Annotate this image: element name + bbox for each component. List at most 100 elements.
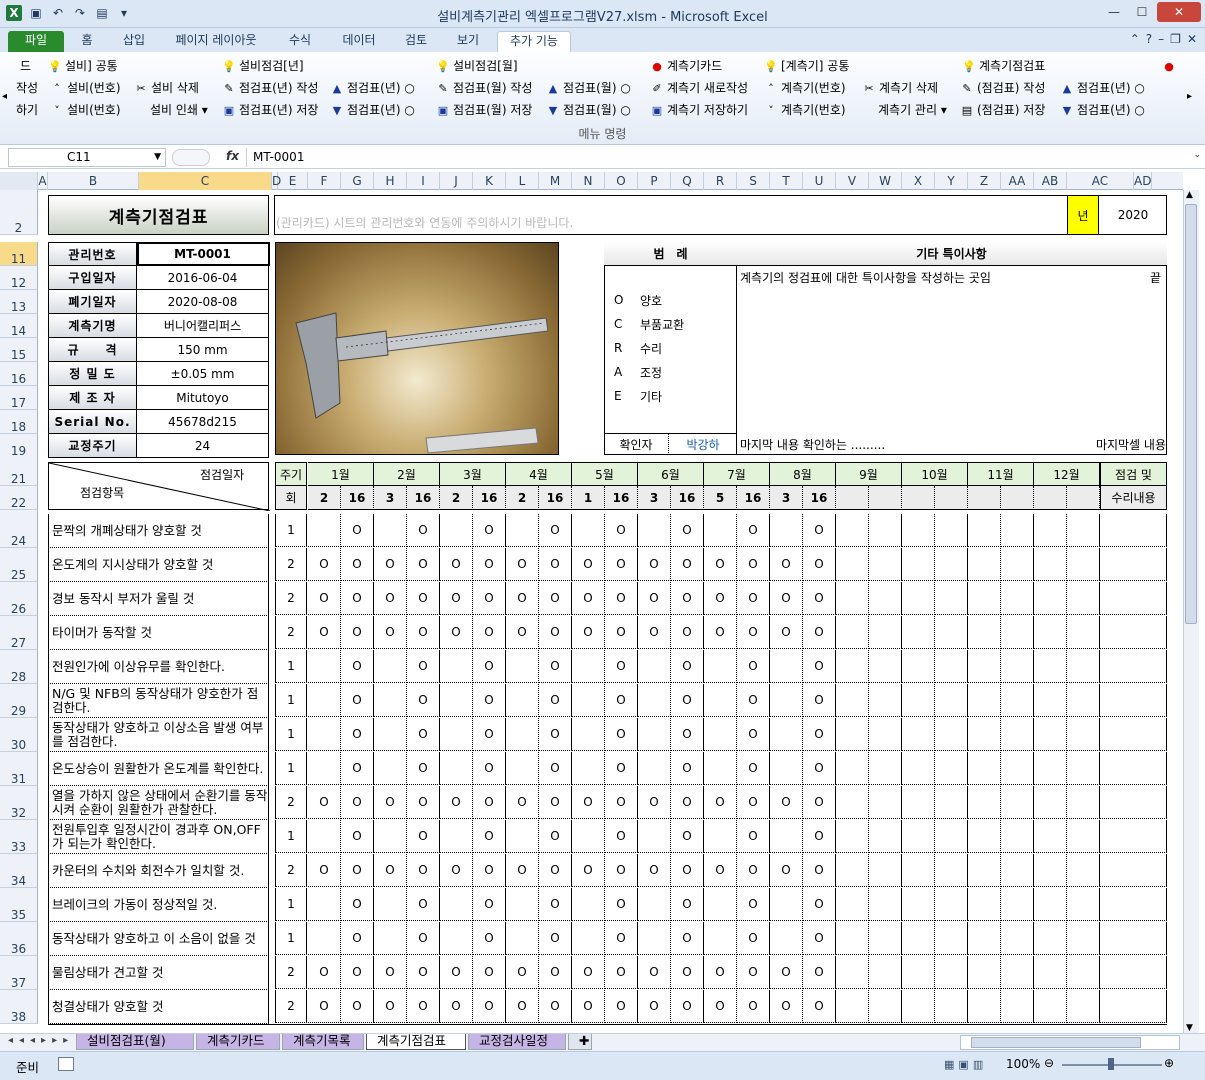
page-layout-view-icon[interactable]: ▣ — [958, 1058, 968, 1071]
notes-text[interactable]: 계측기의 정검표에 대한 특이사항을 작성하는 곳임 — [740, 268, 1140, 286]
check-cell[interactable] — [869, 820, 902, 853]
row-header-27[interactable]: 27 — [0, 616, 38, 650]
check-cell[interactable] — [506, 820, 539, 853]
ribbon-inspect-year-save[interactable]: ▣ 점검표(년) 저장 — [222, 101, 319, 119]
check-cell[interactable] — [1100, 650, 1167, 683]
check-cell[interactable]: O — [308, 582, 341, 615]
check-cell[interactable] — [968, 786, 1001, 819]
check-cell[interactable] — [1067, 990, 1100, 1023]
check-cell[interactable]: O — [539, 990, 572, 1023]
info-value[interactable]: ±0.05 mm — [137, 362, 269, 386]
check-cell[interactable] — [935, 582, 968, 615]
scroll-up-icon[interactable]: ▲ — [1186, 190, 1193, 200]
check-cell[interactable] — [308, 752, 341, 785]
check-cell[interactable] — [869, 786, 902, 819]
check-cell[interactable] — [1100, 820, 1167, 853]
check-cell[interactable] — [1001, 752, 1034, 785]
check-cell[interactable] — [572, 718, 605, 751]
tab-insert[interactable]: 삽입 — [112, 31, 156, 52]
row-header-38[interactable]: 38 — [0, 990, 38, 1024]
column-header-r[interactable]: R — [704, 172, 737, 190]
check-cell[interactable]: O — [605, 514, 638, 547]
check-cell[interactable] — [374, 650, 407, 683]
check-cell[interactable] — [440, 718, 473, 751]
fx-icon[interactable]: fx — [226, 149, 239, 163]
ribbon-inspect-year-write[interactable]: ✎ 점검표(년) 작성 — [222, 79, 318, 97]
check-cell[interactable] — [836, 888, 869, 921]
check-cell[interactable] — [1001, 548, 1034, 581]
check-cell[interactable] — [1100, 718, 1167, 751]
check-cell[interactable]: O — [737, 820, 770, 853]
check-cell[interactable] — [1001, 650, 1034, 683]
check-cell[interactable] — [506, 888, 539, 921]
row-header-29[interactable]: 29 — [0, 684, 38, 718]
check-cell[interactable]: O — [440, 990, 473, 1023]
check-cell[interactable] — [770, 922, 803, 955]
name-box[interactable]: C11 ▼ — [8, 148, 166, 167]
sheet-tab[interactable]: 교정검사일정 — [468, 1034, 566, 1050]
check-cell[interactable] — [935, 990, 968, 1023]
check-cell[interactable] — [836, 990, 869, 1023]
check-cell[interactable]: O — [737, 718, 770, 751]
check-cell[interactable] — [506, 514, 539, 547]
ribbon-equip-number-up[interactable]: ˄ 설비(번호) — [50, 79, 120, 97]
check-cell[interactable] — [1001, 956, 1034, 989]
check-cell[interactable] — [572, 888, 605, 921]
ribbon-meter-inspect-down[interactable]: ▼ 점검표(년) ○ — [1060, 101, 1145, 119]
check-cell[interactable] — [1067, 718, 1100, 751]
check-cell[interactable]: O — [473, 854, 506, 887]
row-header-25[interactable]: 25 — [0, 548, 38, 582]
tab-view[interactable]: 보기 — [448, 31, 488, 52]
check-cell[interactable] — [1034, 514, 1067, 547]
zoom-out-icon[interactable]: ⊖ — [1044, 1056, 1054, 1070]
column-header-ab[interactable]: AB — [1034, 172, 1067, 190]
workbook-close-icon[interactable]: ✕ — [1187, 32, 1197, 46]
check-cell[interactable] — [869, 548, 902, 581]
sheet-nav-icons[interactable]: ◂◂◂▸▸▸ — [8, 1035, 74, 1046]
check-cell[interactable] — [704, 514, 737, 547]
check-cell[interactable] — [902, 786, 935, 819]
check-cell[interactable]: O — [605, 786, 638, 819]
cycle-cell[interactable]: 2 — [275, 786, 307, 819]
check-cell[interactable]: O — [803, 888, 836, 921]
check-cell[interactable] — [770, 718, 803, 751]
check-cell[interactable] — [770, 650, 803, 683]
check-cell[interactable] — [902, 752, 935, 785]
check-cell[interactable] — [374, 820, 407, 853]
cycle-cell[interactable]: 1 — [275, 718, 307, 751]
check-cell[interactable]: O — [572, 582, 605, 615]
check-cell[interactable]: O — [671, 888, 704, 921]
vertical-scrollbar[interactable]: ▲ ▼ — [1183, 190, 1199, 1033]
check-cell[interactable] — [1001, 888, 1034, 921]
info-value[interactable]: 2016-06-04 — [137, 266, 269, 290]
check-cell[interactable] — [1001, 922, 1034, 955]
check-cell[interactable] — [1067, 514, 1100, 547]
check-cell[interactable]: O — [473, 616, 506, 649]
check-cell[interactable]: O — [308, 956, 341, 989]
check-cell[interactable]: O — [341, 718, 374, 751]
inspect-item[interactable]: 경보 동작시 부저가 울릴 것 — [48, 582, 269, 616]
check-cell[interactable] — [836, 718, 869, 751]
check-cell[interactable]: O — [341, 820, 374, 853]
column-header-t[interactable]: T — [770, 172, 803, 190]
column-header-h[interactable]: H — [374, 172, 407, 190]
check-cell[interactable]: O — [803, 990, 836, 1023]
check-cell[interactable] — [902, 684, 935, 717]
check-cell[interactable] — [902, 582, 935, 615]
row-header-37[interactable]: 37 — [0, 956, 38, 990]
column-header-ad[interactable]: AD — [1134, 172, 1153, 190]
check-cell[interactable]: O — [605, 752, 638, 785]
check-cell[interactable] — [1001, 786, 1034, 819]
check-cell[interactable] — [968, 718, 1001, 751]
ribbon-inspect-year-down[interactable]: ▼ 점검표(년) ○ — [330, 101, 415, 119]
row-header-26[interactable]: 26 — [0, 582, 38, 616]
ribbon-inspect-month-write[interactable]: ✎ 점검표(월) 작성 — [436, 79, 532, 97]
check-cell[interactable] — [770, 888, 803, 921]
check-cell[interactable] — [1067, 582, 1100, 615]
check-cell[interactable] — [506, 650, 539, 683]
check-cell[interactable] — [902, 616, 935, 649]
check-cell[interactable]: O — [737, 956, 770, 989]
check-cell[interactable]: O — [605, 888, 638, 921]
check-cell[interactable]: O — [539, 718, 572, 751]
ribbon-inspect-month-save[interactable]: ▣ 점검표(월) 저장 — [436, 101, 533, 119]
